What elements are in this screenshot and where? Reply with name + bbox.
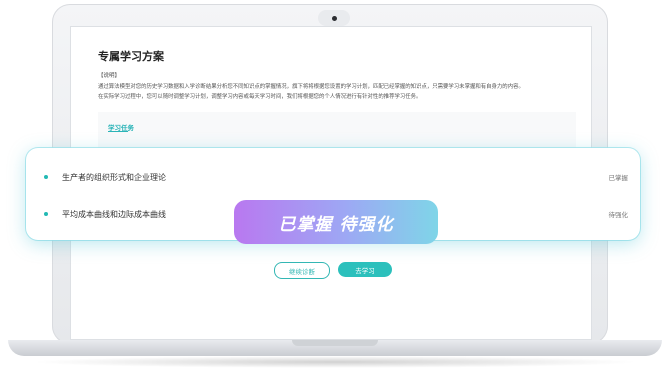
laptop-notch [292, 340, 378, 346]
task-status: 待强化 [608, 211, 629, 219]
bullet-icon [44, 212, 48, 216]
go-study-button[interactable]: 去学习 [338, 262, 392, 277]
continue-diagnosis-button[interactable]: 继续诊断 [274, 262, 330, 279]
task-label: 生产者的组织形式和企业理论 [62, 172, 166, 182]
note-line: 通过算法模型对您的历史学习数据和入学诊断结果分析您不同知识点的掌握情况，旗下将将… [98, 84, 524, 90]
task-status: 已掌握 [608, 174, 629, 182]
bullet-icon [44, 175, 48, 179]
task-heading-underline [108, 131, 128, 132]
note-line: 在实际学习过程中，您可以随时调整学习计划，调整学习内容或每天学习时间，我们将根据… [98, 94, 422, 100]
page-title: 专属学习方案 [98, 50, 164, 63]
ribbon-text: 已掌握 待强化 [278, 214, 394, 235]
laptop-shadow [30, 356, 640, 368]
camera-icon [332, 16, 337, 21]
note-heading: 【说明】 [98, 73, 121, 79]
status-ribbon: 已掌握 待强化 [234, 200, 438, 244]
task-row[interactable]: 生产者的组织形式和企业理论 已掌握 [44, 169, 628, 185]
note-text: 通过算法模型对您的历史学习数据和入学诊断结果分析您不同知识点的掌握情况，旗下将将… [98, 82, 578, 102]
